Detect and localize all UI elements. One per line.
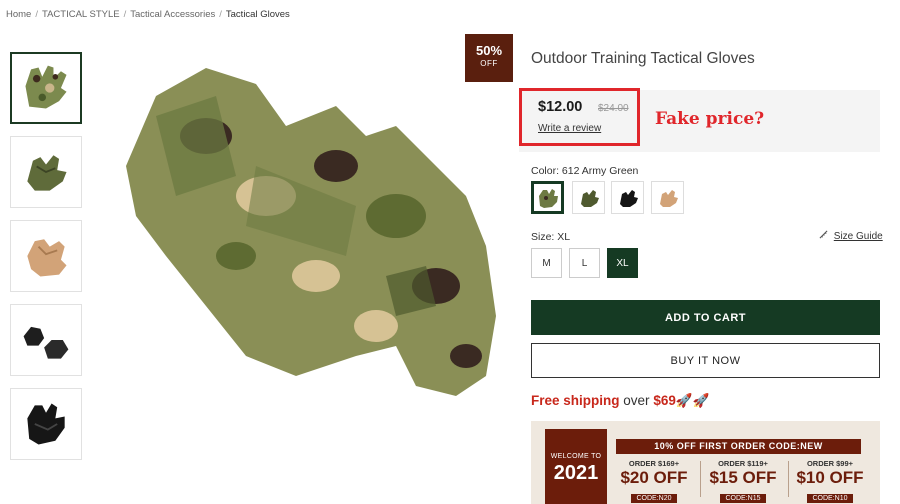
price-highlight-box xyxy=(519,88,640,146)
banner-welcome-text: WELCOME TO xyxy=(550,453,602,460)
glove-black-icon xyxy=(27,403,65,445)
glove-black-icon xyxy=(619,189,638,207)
free-shipping-threshold: $69 xyxy=(653,393,676,408)
thumbnail-black-glove[interactable] xyxy=(10,388,82,460)
size-guide-label: Size Guide xyxy=(833,231,883,242)
glove-green-icon xyxy=(27,155,67,191)
offer-code: CODE:N20 xyxy=(631,494,677,503)
offer-order-threshold: ORDER $119+ xyxy=(718,459,768,468)
breadcrumb-separator: / xyxy=(35,9,38,20)
free-shipping-label: Free shipping xyxy=(531,393,620,408)
buy-it-now-button[interactable]: BUY IT NOW xyxy=(531,343,880,378)
free-shipping-over: over xyxy=(623,393,650,408)
rocket-icon: 🚀🚀 xyxy=(675,393,710,408)
breadcrumb-separator: / xyxy=(219,9,222,20)
color-swatch-army-green[interactable] xyxy=(531,181,564,214)
ruler-icon xyxy=(819,230,831,242)
sale-badge-off: OFF xyxy=(480,59,498,68)
glove-green-icon xyxy=(580,189,599,207)
offer-code: CODE:N10 xyxy=(807,494,853,503)
offer-amount: $10 OFF xyxy=(796,468,864,487)
glove-tan-icon xyxy=(27,239,67,277)
free-shipping-notice: Free shipping over $69🚀🚀 xyxy=(531,393,709,409)
offer-10-off: ORDER $99+ $10 OFF CODE:N10 xyxy=(790,459,870,504)
thumbnail-black-glove-pair[interactable] xyxy=(10,304,82,376)
camo-glove-icon xyxy=(126,68,496,396)
glove-black-pair-icon xyxy=(23,326,69,359)
breadcrumb: Home / TACTICAL STYLE / Tactical Accessories… xyxy=(6,9,290,20)
banner-year: 2021 xyxy=(553,462,599,484)
breadcrumb-tactical-style[interactable]: TACTICAL STYLE xyxy=(42,9,120,20)
promo-banner[interactable]: WELCOME TO 2021 10% OFF FIRST ORDER CODE… xyxy=(531,421,880,504)
offer-order-threshold: ORDER $99+ xyxy=(806,459,854,468)
offer-code: CODE:N15 xyxy=(720,494,766,503)
thumbnail-camo-glove[interactable] xyxy=(10,52,82,124)
thumbnail-tan-glove[interactable] xyxy=(10,220,82,292)
glove-camo-icon xyxy=(538,188,558,208)
thumbnail-gallery xyxy=(10,52,83,472)
offer-order-threshold: ORDER $169+ xyxy=(628,459,680,468)
color-swatch-black[interactable] xyxy=(611,181,644,214)
glove-tan-icon xyxy=(659,189,678,207)
offer-20-off: ORDER $169+ $20 OFF CODE:N20 xyxy=(614,459,694,504)
add-to-cart-button[interactable]: ADD TO CART xyxy=(531,300,880,335)
offer-amount: $20 OFF xyxy=(620,468,688,487)
banner-welcome-block: WELCOME TO 2021 xyxy=(545,429,607,504)
fake-price-annotation: Fake price? xyxy=(655,109,765,129)
glove-camo-icon xyxy=(25,65,67,109)
sale-badge-percent: 50% xyxy=(475,43,503,58)
color-swatch-green[interactable] xyxy=(572,181,605,214)
size-label: Size: XL xyxy=(531,231,571,243)
size-guide-link[interactable]: Size Guide xyxy=(819,230,883,242)
size-option-xl[interactable]: XL xyxy=(607,248,638,278)
breadcrumb-separator: / xyxy=(123,9,127,20)
banner-headline: 10% OFF FIRST ORDER CODE:NEW xyxy=(616,439,861,454)
breadcrumb-home[interactable]: Home xyxy=(6,9,31,20)
offer-divider xyxy=(788,461,789,497)
color-swatch-tan[interactable] xyxy=(651,181,684,214)
offer-15-off: ORDER $119+ $15 OFF CODE:N15 xyxy=(703,459,783,504)
size-option-l[interactable]: L xyxy=(569,248,600,278)
main-product-image[interactable] xyxy=(96,56,506,416)
product-title: Outdoor Training Tactical Gloves xyxy=(531,50,755,67)
sale-badge: 50% OFF xyxy=(465,34,513,82)
breadcrumb-current: Tactical Gloves xyxy=(225,9,290,20)
offer-amount: $15 OFF xyxy=(709,468,777,487)
thumbnail-green-glove[interactable] xyxy=(10,136,82,208)
color-label: Color: 612 Army Green xyxy=(531,165,639,177)
breadcrumb-tactical-accessories[interactable]: Tactical Accessories xyxy=(130,9,215,20)
size-option-m[interactable]: M xyxy=(531,248,562,278)
offer-divider xyxy=(700,461,701,497)
